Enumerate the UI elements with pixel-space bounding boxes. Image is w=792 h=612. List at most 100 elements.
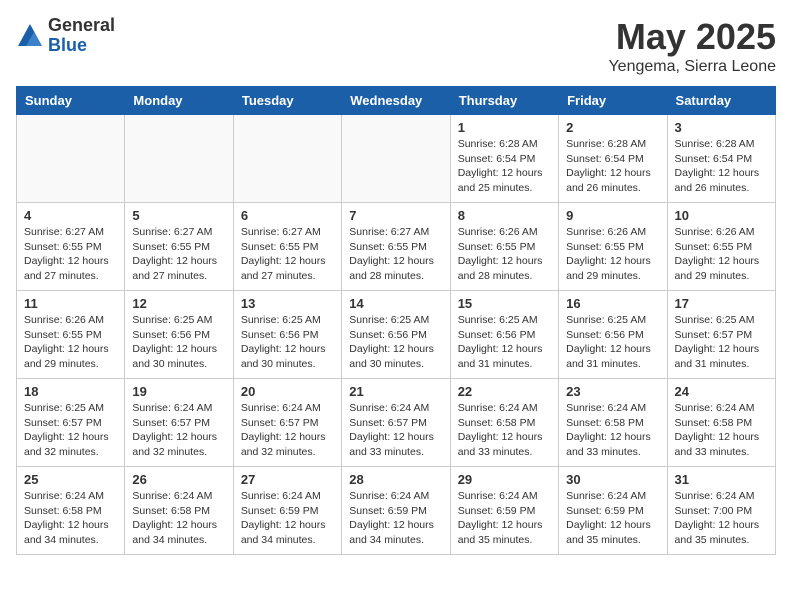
day-number: 30	[566, 472, 659, 487]
calendar-cell: 7Sunrise: 6:27 AMSunset: 6:55 PMDaylight…	[342, 203, 450, 291]
calendar-cell: 8 Sunrise: 6:26 AMSunset: 6:55 PMDaylight…	[450, 203, 558, 291]
calendar-week-row: 11 Sunrise: 6:26 AMSunset: 6:55 PMDayligh…	[17, 291, 776, 379]
calendar-cell: 27 Sunrise: 6:24 AMSunset: 6:59 PMDayligh…	[233, 467, 341, 555]
day-info: Sunrise: 6:27 AMSunset: 6:55 PMDaylight:…	[241, 225, 334, 284]
day-number: 16	[566, 296, 659, 311]
day-number: 27	[241, 472, 334, 487]
day-info: Sunrise: 6:25 AMSunset: 6:57 PMDaylight:…	[24, 401, 117, 460]
calendar-cell: 9Sunrise: 6:26 AMSunset: 6:55 PMDaylight…	[559, 203, 667, 291]
day-number: 6	[241, 208, 334, 223]
calendar-weekday-monday: Monday	[125, 87, 233, 115]
calendar-cell: 26 Sunrise: 6:24 AMSunset: 6:58 PMDayligh…	[125, 467, 233, 555]
day-number: 17	[675, 296, 768, 311]
day-number: 26	[132, 472, 225, 487]
day-number: 18	[24, 384, 117, 399]
calendar-cell: 25 Sunrise: 6:24 AMSunset: 6:58 PMDayligh…	[17, 467, 125, 555]
day-info: Sunrise: 6:25 AMSunset: 6:56 PMDaylight:…	[458, 313, 551, 372]
day-number: 25	[24, 472, 117, 487]
day-info: Sunrise: 6:27 AMSunset: 6:55 PMDaylight:…	[132, 225, 225, 284]
calendar-cell: 1 Sunrise: 6:28 AMSunset: 6:54 PMDaylight…	[450, 115, 558, 203]
calendar-cell: 2 Sunrise: 6:28 AMSunset: 6:54 PMDaylight…	[559, 115, 667, 203]
calendar-cell	[17, 115, 125, 203]
day-info: Sunrise: 6:24 AMSunset: 6:59 PMDaylight:…	[566, 489, 659, 548]
calendar-cell	[342, 115, 450, 203]
day-info: Sunrise: 6:26 AMSunset: 6:55 PMDaylight:…	[566, 225, 659, 284]
day-info: Sunrise: 6:24 AMSunset: 6:59 PMDaylight:…	[458, 489, 551, 548]
calendar-cell: 3Sunrise: 6:28 AMSunset: 6:54 PMDaylight…	[667, 115, 775, 203]
logo-icon	[16, 22, 44, 50]
day-info: Sunrise: 6:25 AMSunset: 6:56 PMDaylight:…	[349, 313, 442, 372]
calendar-table: SundayMondayTuesdayWednesdayThursdayFrid…	[16, 86, 776, 555]
day-info: Sunrise: 6:24 AMSunset: 7:00 PMDaylight:…	[675, 489, 768, 548]
day-number: 19	[132, 384, 225, 399]
day-number: 20	[241, 384, 334, 399]
day-info: Sunrise: 6:24 AMSunset: 6:58 PMDaylight:…	[132, 489, 225, 548]
day-info: Sunrise: 6:28 AMSunset: 6:54 PMDaylight:…	[566, 137, 659, 196]
day-info: Sunrise: 6:25 AMSunset: 6:56 PMDaylight:…	[241, 313, 334, 372]
calendar-cell: 14Sunrise: 6:25 AMSunset: 6:56 PMDayligh…	[342, 291, 450, 379]
day-info: Sunrise: 6:28 AMSunset: 6:54 PMDaylight:…	[458, 137, 551, 196]
day-number: 5	[132, 208, 225, 223]
calendar-weekday-thursday: Thursday	[450, 87, 558, 115]
calendar-header-row: SundayMondayTuesdayWednesdayThursdayFrid…	[17, 87, 776, 115]
logo: General Blue	[16, 16, 115, 56]
calendar-week-row: 1 Sunrise: 6:28 AMSunset: 6:54 PMDaylight…	[17, 115, 776, 203]
day-info: Sunrise: 6:25 AMSunset: 6:57 PMDaylight:…	[675, 313, 768, 372]
day-number: 31	[675, 472, 768, 487]
calendar-cell: 5 Sunrise: 6:27 AMSunset: 6:55 PMDaylight…	[125, 203, 233, 291]
month-title: May 2025	[608, 16, 776, 58]
day-info: Sunrise: 6:25 AMSunset: 6:56 PMDaylight:…	[566, 313, 659, 372]
calendar-cell: 19 Sunrise: 6:24 AMSunset: 6:57 PMDayligh…	[125, 379, 233, 467]
day-number: 22	[458, 384, 551, 399]
calendar-cell: 21 Sunrise: 6:24 AMSunset: 6:57 PMDayligh…	[342, 379, 450, 467]
calendar-cell: 24 Sunrise: 6:24 AMSunset: 6:58 PMDayligh…	[667, 379, 775, 467]
day-info: Sunrise: 6:24 AMSunset: 6:58 PMDaylight:…	[566, 401, 659, 460]
calendar-weekday-sunday: Sunday	[17, 87, 125, 115]
calendar-cell: 12 Sunrise: 6:25 AMSunset: 6:56 PMDayligh…	[125, 291, 233, 379]
day-number: 23	[566, 384, 659, 399]
day-number: 29	[458, 472, 551, 487]
day-number: 21	[349, 384, 442, 399]
calendar-weekday-wednesday: Wednesday	[342, 87, 450, 115]
calendar-cell: 23 Sunrise: 6:24 AMSunset: 6:58 PMDayligh…	[559, 379, 667, 467]
day-info: Sunrise: 6:27 AMSunset: 6:55 PMDaylight:…	[24, 225, 117, 284]
logo-blue-text: Blue	[48, 36, 115, 56]
page-header: General Blue May 2025 Yengema, Sierra Le…	[16, 16, 776, 76]
calendar-cell: 11 Sunrise: 6:26 AMSunset: 6:55 PMDayligh…	[17, 291, 125, 379]
day-info: Sunrise: 6:24 AMSunset: 6:58 PMDaylight:…	[24, 489, 117, 548]
calendar-cell: 29 Sunrise: 6:24 AMSunset: 6:59 PMDayligh…	[450, 467, 558, 555]
day-number: 1	[458, 120, 551, 135]
day-info: Sunrise: 6:26 AMSunset: 6:55 PMDaylight:…	[675, 225, 768, 284]
day-number: 11	[24, 296, 117, 311]
day-info: Sunrise: 6:24 AMSunset: 6:57 PMDaylight:…	[349, 401, 442, 460]
day-info: Sunrise: 6:24 AMSunset: 6:59 PMDaylight:…	[241, 489, 334, 548]
calendar-cell	[125, 115, 233, 203]
calendar-cell: 28Sunrise: 6:24 AMSunset: 6:59 PMDayligh…	[342, 467, 450, 555]
day-number: 13	[241, 296, 334, 311]
day-info: Sunrise: 6:24 AMSunset: 6:59 PMDaylight:…	[349, 489, 442, 548]
calendar-cell: 22 Sunrise: 6:24 AMSunset: 6:58 PMDayligh…	[450, 379, 558, 467]
day-info: Sunrise: 6:26 AMSunset: 6:55 PMDaylight:…	[24, 313, 117, 372]
calendar-week-row: 18 Sunrise: 6:25 AMSunset: 6:57 PMDayligh…	[17, 379, 776, 467]
day-info: Sunrise: 6:24 AMSunset: 6:57 PMDaylight:…	[132, 401, 225, 460]
calendar-cell: 20Sunrise: 6:24 AMSunset: 6:57 PMDayligh…	[233, 379, 341, 467]
calendar-cell: 4 Sunrise: 6:27 AMSunset: 6:55 PMDaylight…	[17, 203, 125, 291]
calendar-cell: 16 Sunrise: 6:25 AMSunset: 6:56 PMDayligh…	[559, 291, 667, 379]
day-number: 12	[132, 296, 225, 311]
day-info: Sunrise: 6:24 AMSunset: 6:58 PMDaylight:…	[458, 401, 551, 460]
day-number: 2	[566, 120, 659, 135]
calendar-cell: 15Sunrise: 6:25 AMSunset: 6:56 PMDayligh…	[450, 291, 558, 379]
logo-general-text: General	[48, 16, 115, 36]
calendar-cell: 30 Sunrise: 6:24 AMSunset: 6:59 PMDayligh…	[559, 467, 667, 555]
day-number: 8	[458, 208, 551, 223]
day-info: Sunrise: 6:27 AMSunset: 6:55 PMDaylight:…	[349, 225, 442, 284]
calendar-cell: 6 Sunrise: 6:27 AMSunset: 6:55 PMDaylight…	[233, 203, 341, 291]
day-number: 4	[24, 208, 117, 223]
day-number: 10	[675, 208, 768, 223]
day-info: Sunrise: 6:26 AMSunset: 6:55 PMDaylight:…	[458, 225, 551, 284]
calendar-cell	[233, 115, 341, 203]
day-info: Sunrise: 6:28 AMSunset: 6:54 PMDaylight:…	[675, 137, 768, 196]
day-info: Sunrise: 6:24 AMSunset: 6:58 PMDaylight:…	[675, 401, 768, 460]
day-info: Sunrise: 6:25 AMSunset: 6:56 PMDaylight:…	[132, 313, 225, 372]
day-number: 24	[675, 384, 768, 399]
